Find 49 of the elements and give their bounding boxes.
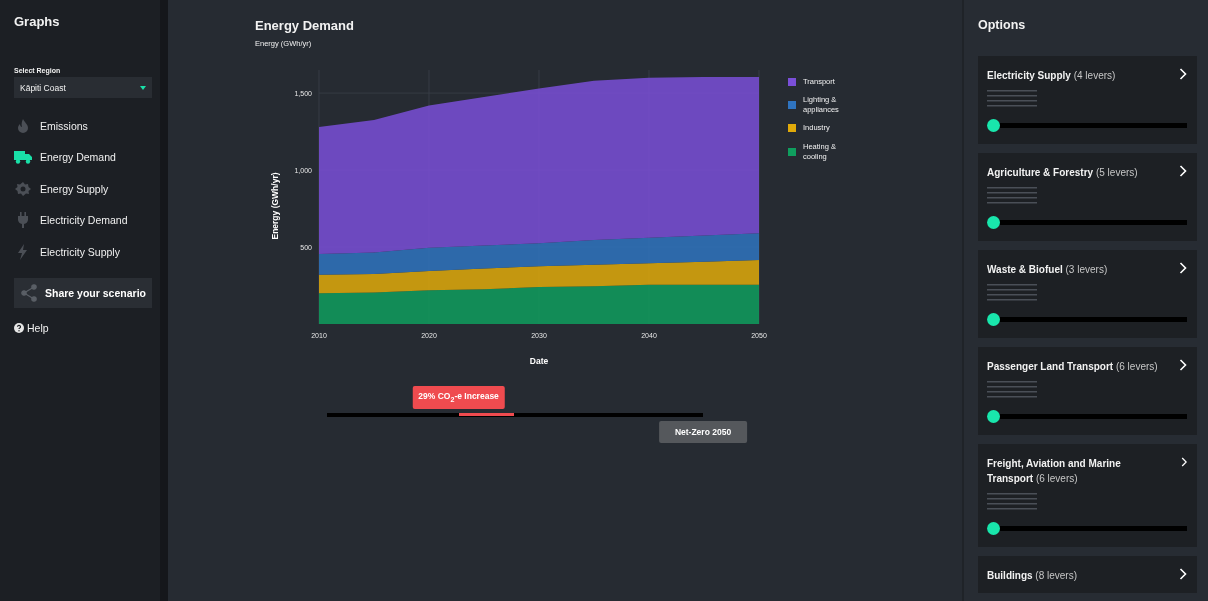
text-placeholder-icon <box>987 283 1037 303</box>
help-icon <box>14 322 24 333</box>
chevron-icon[interactable] <box>1179 262 1187 274</box>
truck-icon <box>14 149 32 166</box>
option-card[interactable]: Agriculture & Forestry (5 levers) <box>978 153 1197 241</box>
chevron-icon[interactable] <box>1179 68 1187 80</box>
slider-thumb[interactable] <box>987 410 1000 423</box>
chevron-icon[interactable] <box>1179 165 1187 177</box>
slider-thumb[interactable] <box>987 522 1000 535</box>
sidebar-item[interactable]: Energy Demand <box>14 141 152 173</box>
share-button[interactable]: Share your scenario <box>14 277 152 308</box>
sidebar-item[interactable]: Emissions <box>14 110 152 142</box>
card-title: Waste & Biofuel (3 levers) <box>987 263 1108 277</box>
chevron-icon[interactable] <box>1179 568 1187 580</box>
text-placeholder-icon <box>987 492 1037 512</box>
chevron-icon[interactable] <box>1179 359 1187 371</box>
slider-thumb[interactable] <box>987 313 1000 326</box>
sidebar-item[interactable]: Electricity Supply <box>14 236 152 268</box>
option-card[interactable]: Waste & Biofuel (3 levers) <box>978 250 1197 338</box>
help-link[interactable]: Help <box>14 321 152 334</box>
y-axis-label: Energy (GWh/yr) <box>270 172 280 240</box>
option-card[interactable]: Passenger Land Transport (6 levers) <box>978 347 1197 435</box>
emissions-tooltip: 29% CO$_{2}$-e Increase <box>412 386 505 409</box>
sidebar-title: Graphs <box>14 14 61 29</box>
card-title: Agriculture & Forestry (5 levers) <box>987 166 1138 180</box>
card-title: Passenger Land Transport (6 levers) <box>987 360 1158 374</box>
text-placeholder-icon <box>987 186 1037 206</box>
text-placeholder-icon <box>987 89 1037 109</box>
caret-icon <box>140 85 146 90</box>
card-title: Buildings (8 levers) <box>987 569 1078 583</box>
card-title: Freight, Aviation and Marine Transport (6 levers) <box>987 457 1122 486</box>
option-card[interactable]: Electricity Supply (4 levers) <box>978 56 1197 144</box>
card-title: Electricity Supply (4 levers) <box>987 69 1116 83</box>
option-card[interactable]: Freight, Aviation and Marine Transport (6 levers) <box>978 444 1197 547</box>
sidebar-item[interactable]: Energy Supply <box>14 173 152 205</box>
emissions-marker <box>458 413 514 416</box>
slider-thumb[interactable] <box>987 216 1000 229</box>
options-title: Options <box>978 18 1027 32</box>
option-card[interactable]: Buildings (8 levers) <box>978 556 1197 593</box>
gear-icon <box>14 180 32 197</box>
x-axis-label: Date <box>529 356 549 366</box>
chart-title: Energy Demand <box>255 18 355 33</box>
chevron-icon[interactable] <box>1180 456 1187 468</box>
region-dropdown[interactable]: Kāpiti Coast <box>14 77 152 98</box>
sidebar-item[interactable]: Electricity Demand <box>14 204 152 236</box>
share-icon <box>20 283 38 302</box>
slider-thumb[interactable] <box>987 119 1000 132</box>
target-tooltip: Net-Zero 2050 <box>658 421 748 443</box>
text-placeholder-icon <box>987 380 1037 400</box>
